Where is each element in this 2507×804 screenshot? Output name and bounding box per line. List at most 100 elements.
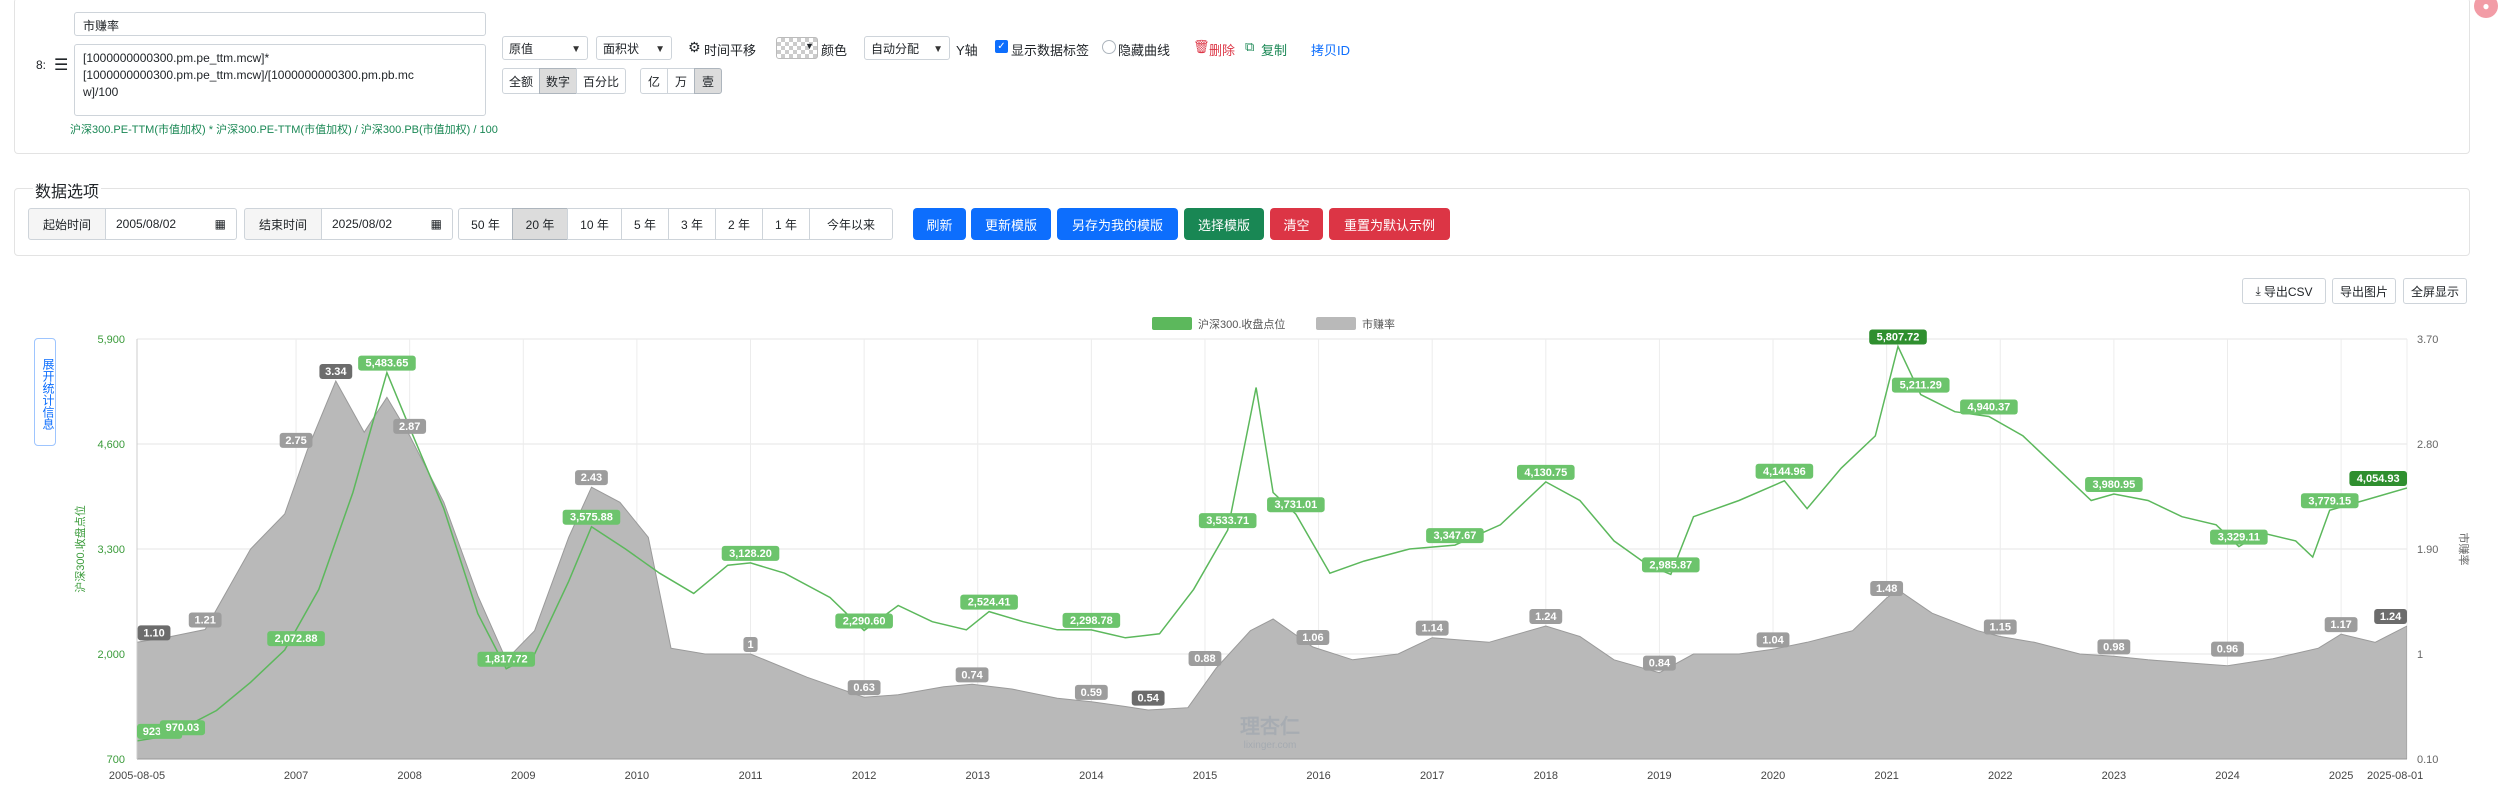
trash-icon[interactable]: 🗑 <box>1193 39 1210 55</box>
index-data-label-text: 5,211.29 <box>1900 380 1942 392</box>
index-data-label-bg <box>477 651 536 667</box>
copy-icon[interactable]: ⧉ <box>1245 39 1254 55</box>
hide-curve-checkbox[interactable] <box>1102 40 1116 54</box>
drag-handle-icon[interactable]: ☰ <box>54 55 68 75</box>
show-labels-label[interactable]: 显示数据标签 <box>1011 40 1089 59</box>
formula-textarea[interactable]: [1000000000300.pm.pe_ttm.mcw]* [10000000… <box>74 44 486 116</box>
ratio-data-label-bg <box>1983 619 2017 635</box>
end-date-input[interactable]: 2025/08/02 ▦ <box>321 208 453 240</box>
ratio-data-label-bg <box>955 667 989 683</box>
ratio-data-label: 0.96 <box>2211 641 2244 657</box>
hide-curve-label[interactable]: 隐藏曲线 <box>1118 40 1170 59</box>
ratio-data-label-text: 1 <box>747 639 753 651</box>
ratio-data-label: 1.21 <box>188 612 222 628</box>
x-tick-label: 2017 <box>1420 770 1444 782</box>
index-data-label-text: 3,533.71 <box>1206 515 1249 527</box>
calendar-icon[interactable]: ▦ <box>431 217 442 231</box>
start-time-label: 起始时间 <box>28 208 106 240</box>
ratio-data-label-text: 0.84 <box>1649 658 1671 670</box>
reset-default-button[interactable]: 重置为默认示例 <box>1329 208 1450 240</box>
legend-swatch[interactable] <box>1152 317 1192 330</box>
export-image-button[interactable]: 导出图片 <box>2332 278 2396 304</box>
update-template-button[interactable]: 更新模版 <box>971 208 1051 240</box>
ratio-data-label: 0.54 <box>1131 690 1165 706</box>
ratio-data-label-bg <box>1756 632 1790 648</box>
ratio-data-label-bg <box>1131 690 1165 706</box>
ratio-data-label: 0.84 <box>1643 655 1676 671</box>
value-type-select[interactable]: 原值 ▼ <box>502 36 588 60</box>
fmt-number-button[interactable]: 数字 <box>539 68 577 94</box>
choose-template-button[interactable]: 选择模版 <box>1184 208 1264 240</box>
index-data-label-bg <box>137 723 183 739</box>
range-2y-button[interactable]: 2 年 <box>715 208 763 240</box>
x-tick-label: 2018 <box>1534 770 1558 782</box>
range-ytd-button[interactable]: 今年以来 <box>809 208 893 240</box>
index-data-label-bg <box>1891 377 1950 393</box>
index-data-label-text: 2,290.60 <box>843 616 886 628</box>
ratio-data-label-bg <box>575 470 608 486</box>
index-data-label-text: 970.03 <box>166 722 200 734</box>
range-1y-button[interactable]: 1 年 <box>762 208 810 240</box>
clear-button[interactable]: 清空 <box>1270 208 1323 240</box>
legend-label[interactable]: 市赚率 <box>1362 317 1395 331</box>
chart-grid <box>136 338 2408 760</box>
fullscreen-button[interactable]: 全屏显示 <box>2403 278 2467 304</box>
ratio-data-label-text: 0.74 <box>961 669 983 681</box>
export-csv-button[interactable]: ⤓ 导出CSV <box>2242 278 2326 304</box>
range-50y-button[interactable]: 50 年 <box>458 208 513 240</box>
index-data-label-text: 4,940.37 <box>1967 402 2010 414</box>
chart-style-select[interactable]: 面积状 ▼ <box>596 36 672 60</box>
save-template-button[interactable]: 另存为我的模版 <box>1057 208 1178 240</box>
legend-swatch[interactable] <box>1316 317 1356 330</box>
range-3y-button[interactable]: 3 年 <box>668 208 716 240</box>
right-tick-label: 1.90 <box>2417 544 2438 556</box>
index-data-label-bg <box>562 509 621 525</box>
index-data-label-text: 3,329.11 <box>2218 532 2260 544</box>
ratio-data-label-bg <box>319 364 353 379</box>
start-date-input[interactable]: 2005/08/02 ▦ <box>105 208 237 240</box>
index-data-label: 3,347.67 <box>1426 528 1484 544</box>
unit-yi-button[interactable]: 亿 <box>640 68 668 94</box>
copy-id-button[interactable]: 拷贝ID <box>1311 40 1350 59</box>
index-data-label-text: 5,807.72 <box>1877 331 1920 343</box>
y-axis-select[interactable]: 自动分配 ▼ <box>864 36 950 60</box>
watermark-text: 理杏仁 <box>1240 714 1300 738</box>
chart-axes: 5,900 4,600 3,300 2,000 700 3.70 2.80 1.90 1 0.10… <box>73 334 2471 782</box>
ratio-data-label: 1.24 <box>1529 609 1563 624</box>
unit-wan-button[interactable]: 万 <box>667 68 695 94</box>
index-data-label-bg <box>2300 493 2359 509</box>
index-data-label-text: 2,985.87 <box>1649 559 1692 571</box>
index-data-label: 970.03 <box>159 720 206 736</box>
range-5y-button[interactable]: 5 年 <box>621 208 669 240</box>
index-data-label: 3,329.11 <box>2210 529 2268 545</box>
time-shift-label[interactable]: 时间平移 <box>704 40 756 59</box>
x-tick-label: 2010 <box>625 770 649 782</box>
series-ratio-area <box>137 379 2407 759</box>
index-data-label-bg <box>159 720 206 736</box>
avatar[interactable]: ● <box>2474 0 2498 18</box>
index-data-label-bg <box>267 631 325 647</box>
ratio-data-label: 1.14 <box>1415 620 1449 636</box>
x-tick-label: 2022 <box>1988 770 2012 782</box>
unit-one-button[interactable]: 壹 <box>694 68 722 94</box>
row-index: 8: <box>36 58 47 72</box>
legend-label[interactable]: 沪深300.收盘点位 <box>1198 317 1285 331</box>
fmt-percent-button[interactable]: 百分比 <box>576 68 626 94</box>
stats-side-tab[interactable]: 展开统计信息 <box>34 338 56 446</box>
index-data-label: 3,731.01 <box>1267 497 1325 513</box>
calendar-icon[interactable]: ▦ <box>215 217 226 231</box>
x-tick-label: 2016 <box>1306 770 1330 782</box>
range-10y-button[interactable]: 10 年 <box>567 208 622 240</box>
ratio-data-label-bg <box>1296 630 1330 645</box>
series-name-input[interactable]: 市赚率 <box>74 12 486 36</box>
gear-icon[interactable]: ⚙ <box>688 39 701 56</box>
range-20y-button[interactable]: 20 年 <box>512 208 568 240</box>
index-data-label-text: 2,298.78 <box>1070 615 1113 627</box>
refresh-button[interactable]: 刷新 <box>913 208 966 240</box>
ratio-data-label-bg <box>393 418 427 434</box>
copy-button[interactable]: 复制 <box>1261 40 1287 59</box>
delete-button[interactable]: 删除 <box>1209 40 1235 59</box>
show-labels-checkbox[interactable]: ✓ <box>995 40 1008 53</box>
ratio-area-path <box>137 379 2407 759</box>
fmt-full-button[interactable]: 全额 <box>502 68 540 94</box>
